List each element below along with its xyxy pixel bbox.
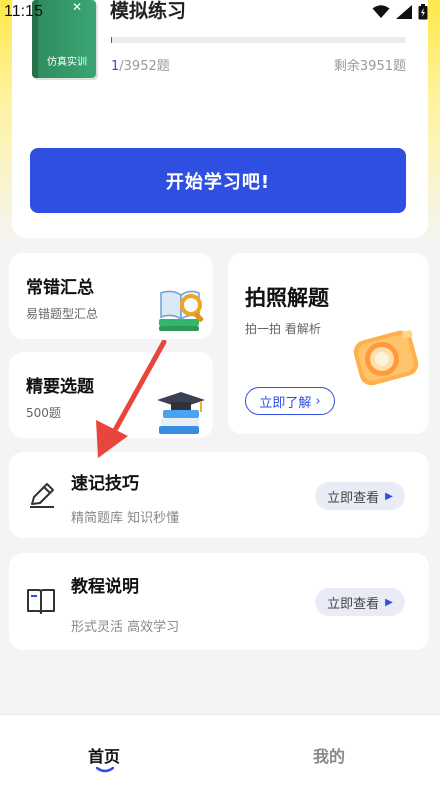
mistakes-subtitle: 易错题型汇总 [26, 307, 99, 321]
annotation-arrow-icon [96, 340, 167, 458]
tutorial-subtitle: 形式灵活 高效学习 [71, 620, 180, 635]
learn-more-label: 立即了解 [259, 395, 312, 411]
camera-icon [353, 330, 419, 386]
play-icon: ▶ [385, 596, 393, 608]
play-icon: ▶ [385, 490, 393, 502]
tutorial-view-button[interactable]: 立即查看 ▶ [315, 588, 405, 616]
active-tab-indicator [96, 767, 114, 773]
book-magnifier-icon [159, 290, 204, 331]
chevron-right-icon: › [315, 393, 321, 409]
photo-title: 拍照解题 [245, 286, 329, 310]
tips-view-button[interactable]: 立即查看 ▶ [315, 482, 405, 510]
battery-icon [418, 4, 428, 20]
status-icons [372, 4, 428, 20]
progress-bar [111, 37, 406, 43]
start-study-button[interactable]: 开始学习吧! [30, 148, 406, 213]
photo-subtitle: 拍一拍 看解析 [245, 322, 321, 336]
tips-subtitle: 精简题库 知识秒懂 [71, 511, 180, 526]
tips-view-label: 立即查看 [327, 490, 380, 506]
tutorial-card[interactable]: 教程说明 形式灵活 高效学习 立即查看 ▶ [9, 553, 429, 650]
tutorial-view-label: 立即查看 [327, 596, 380, 612]
learn-more-button[interactable]: 立即了解 › [245, 387, 335, 415]
open-book-icon [27, 589, 55, 614]
mistakes-card[interactable]: 常错汇总 易错题型汇总 [9, 253, 213, 339]
photo-solve-card[interactable]: 拍照解题 拍一拍 看解析 立即了解 › [228, 253, 429, 434]
remaining-count: 剩余3951题 [333, 59, 406, 74]
wifi-icon [372, 5, 390, 18]
book-label: 仿真实训 [47, 57, 87, 68]
bottom-tab-bar: 首页 我的 [0, 714, 440, 791]
status-bar: 11:15 [0, 0, 440, 24]
progress-count: 1/3952题 [111, 55, 170, 74]
tutorial-title: 教程说明 [71, 577, 139, 597]
tab-mine[interactable]: 我的 [313, 743, 345, 767]
selected-subtitle: 500题 [26, 406, 61, 420]
tips-title: 速记技巧 [71, 474, 139, 494]
tab-home[interactable]: 首页 [88, 743, 120, 767]
progress-total: /3952题 [119, 59, 170, 74]
status-time: 11:15 [4, 3, 43, 20]
mistakes-title: 常错汇总 [26, 278, 94, 298]
selected-title: 精要选题 [26, 377, 94, 397]
signal-icon [396, 5, 412, 19]
memory-tips-card[interactable]: 速记技巧 精简题库 知识秒懂 立即查看 ▶ [9, 452, 429, 538]
pencil-icon [30, 483, 54, 508]
